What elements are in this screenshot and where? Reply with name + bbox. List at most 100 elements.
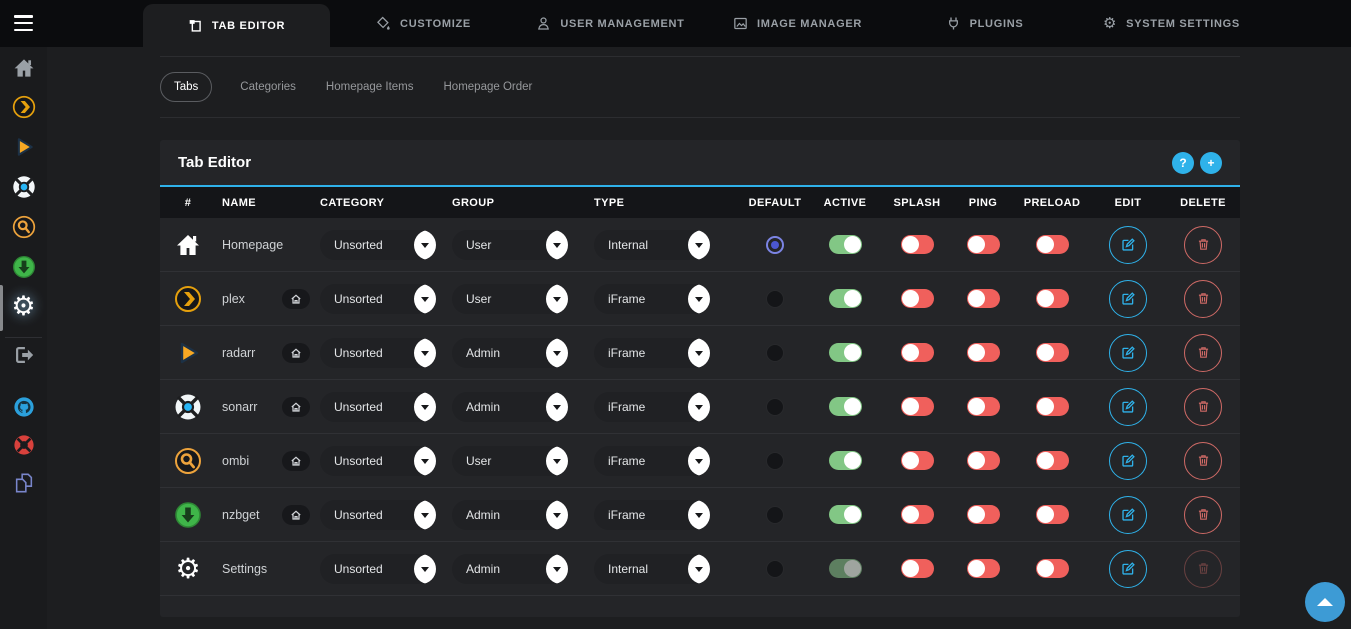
sidebar-item-github[interactable]: [0, 396, 47, 418]
sidebar-item-support[interactable]: [0, 434, 47, 456]
delete-button[interactable]: [1184, 226, 1222, 264]
splash-toggle[interactable]: [901, 451, 934, 470]
delete-button[interactable]: [1184, 280, 1222, 318]
preload-toggle[interactable]: [1036, 451, 1069, 470]
type-select[interactable]: iFrame: [594, 284, 710, 314]
group-select[interactable]: Admin: [452, 554, 568, 584]
group-select[interactable]: Admin: [452, 392, 568, 422]
ping-toggle[interactable]: [967, 505, 1000, 524]
scroll-to-top-button[interactable]: [1305, 582, 1345, 622]
main-tabs: TAB EDITORCUSTOMIZEUSER MANAGEMENTIMAGE …: [143, 0, 1265, 47]
type-select[interactable]: iFrame: [594, 500, 710, 530]
default-radio[interactable]: [766, 560, 784, 578]
sidebar-item-sonarr[interactable]: [0, 175, 47, 199]
preload-toggle[interactable]: [1036, 559, 1069, 578]
subtab-homepage-items[interactable]: Homepage Items: [324, 73, 416, 101]
active-toggle[interactable]: [829, 505, 862, 524]
active-toggle[interactable]: [829, 235, 862, 254]
tab-user-management[interactable]: USER MANAGEMENT: [517, 0, 704, 47]
preload-toggle[interactable]: [1036, 289, 1069, 308]
category-select[interactable]: Unsorted: [320, 446, 436, 476]
ping-toggle[interactable]: [967, 289, 1000, 308]
type-select[interactable]: iFrame: [594, 338, 710, 368]
subtab-homepage-order[interactable]: Homepage Order: [442, 73, 535, 101]
add-tab-button[interactable]: +: [1200, 152, 1222, 174]
splash-toggle[interactable]: [901, 289, 934, 308]
group-select[interactable]: User: [452, 446, 568, 476]
hamburger-menu-icon[interactable]: [14, 15, 33, 31]
sidebar-item-radarr[interactable]: [0, 135, 47, 159]
ping-toggle[interactable]: [967, 397, 1000, 416]
edit-button[interactable]: [1109, 388, 1147, 426]
sidebar-item-nzbget[interactable]: [0, 255, 47, 279]
trash-icon: [1196, 453, 1211, 468]
default-radio[interactable]: [766, 398, 784, 416]
splash-toggle[interactable]: [901, 505, 934, 524]
ping-toggle[interactable]: [967, 559, 1000, 578]
splash-toggle[interactable]: [901, 397, 934, 416]
delete-button[interactable]: [1184, 442, 1222, 480]
tab-system-settings[interactable]: ⚙SYSTEM SETTINGS: [1078, 0, 1265, 47]
sidebar-item-ombi[interactable]: [0, 215, 47, 239]
active-toggle[interactable]: [829, 289, 862, 308]
sidebar-item-plex[interactable]: [0, 95, 47, 119]
edit-button[interactable]: [1109, 550, 1147, 588]
preload-toggle[interactable]: [1036, 343, 1069, 362]
subtab-categories[interactable]: Categories: [238, 73, 298, 101]
delete-button[interactable]: [1184, 496, 1222, 534]
edit-button[interactable]: [1109, 226, 1147, 264]
edit-button[interactable]: [1109, 496, 1147, 534]
default-radio[interactable]: [766, 344, 784, 362]
group-select[interactable]: User: [452, 284, 568, 314]
type-select[interactable]: Internal: [594, 230, 710, 260]
category-select[interactable]: Unsorted: [320, 554, 436, 584]
delete-button[interactable]: [1184, 550, 1222, 588]
ping-toggle[interactable]: [967, 343, 1000, 362]
group-select[interactable]: Admin: [452, 338, 568, 368]
column-header-ping: PING: [952, 197, 1014, 209]
sidebar-item-settings[interactable]: ⚙: [0, 293, 47, 320]
delete-button[interactable]: [1184, 334, 1222, 372]
default-radio[interactable]: [766, 236, 784, 254]
preload-toggle[interactable]: [1036, 235, 1069, 254]
panel-title: Tab Editor: [178, 154, 251, 171]
sidebar-item-home[interactable]: [0, 56, 47, 80]
group-select[interactable]: Admin: [452, 500, 568, 530]
tab-tab-editor[interactable]: TAB EDITOR: [143, 4, 330, 47]
group-select[interactable]: User: [452, 230, 568, 260]
preload-toggle[interactable]: [1036, 505, 1069, 524]
edit-button[interactable]: [1109, 334, 1147, 372]
type-select[interactable]: iFrame: [594, 446, 710, 476]
active-toggle[interactable]: [829, 343, 862, 362]
category-select[interactable]: Unsorted: [320, 230, 436, 260]
category-select[interactable]: Unsorted: [320, 284, 436, 314]
sidebar-item-pages[interactable]: [0, 472, 47, 494]
tab-customize[interactable]: CUSTOMIZE: [330, 0, 517, 47]
tab-image-manager[interactable]: IMAGE MANAGER: [704, 0, 891, 47]
help-button[interactable]: ?: [1172, 152, 1194, 174]
default-radio[interactable]: [766, 452, 784, 470]
toggle-knob: [1037, 506, 1054, 523]
edit-button[interactable]: [1109, 442, 1147, 480]
tab-plugins[interactable]: PLUGINS: [891, 0, 1078, 47]
subtab-tabs[interactable]: Tabs: [160, 72, 212, 102]
edit-button[interactable]: [1109, 280, 1147, 318]
category-select[interactable]: Unsorted: [320, 392, 436, 422]
splash-toggle[interactable]: [901, 559, 934, 578]
category-select[interactable]: Unsorted: [320, 338, 436, 368]
default-radio[interactable]: [766, 290, 784, 308]
sidebar-item-logout[interactable]: [0, 344, 47, 366]
active-toggle[interactable]: [829, 451, 862, 470]
active-toggle[interactable]: [829, 559, 862, 578]
default-radio[interactable]: [766, 506, 784, 524]
type-select[interactable]: iFrame: [594, 392, 710, 422]
splash-toggle[interactable]: [901, 235, 934, 254]
active-toggle[interactable]: [829, 397, 862, 416]
ping-toggle[interactable]: [967, 235, 1000, 254]
delete-button[interactable]: [1184, 388, 1222, 426]
ping-toggle[interactable]: [967, 451, 1000, 470]
type-select[interactable]: Internal: [594, 554, 710, 584]
category-select[interactable]: Unsorted: [320, 500, 436, 530]
preload-toggle[interactable]: [1036, 397, 1069, 416]
splash-toggle[interactable]: [901, 343, 934, 362]
